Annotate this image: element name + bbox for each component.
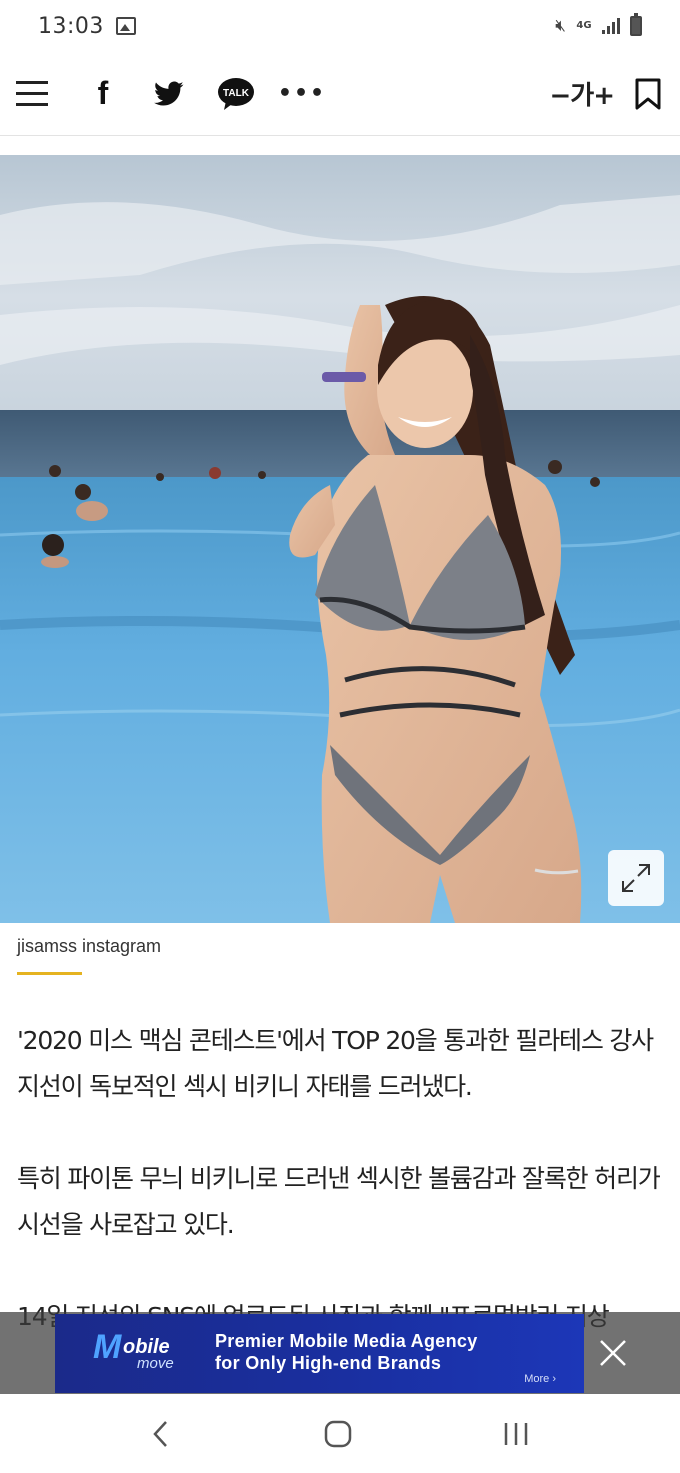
battery-icon [630,13,642,36]
network-type: 4G [576,20,592,31]
photo-caption: jisamss instagram [17,936,162,956]
ad-line-2: for Only High-end Brands [215,1353,442,1373]
ad-logo-m: M [93,1328,122,1366]
bookmark-icon[interactable] [632,72,664,116]
expand-icon [622,864,650,892]
twitter-icon[interactable] [152,72,186,116]
recent-apps-icon[interactable] [498,1414,534,1454]
article-photo[interactable] [0,155,680,923]
article-toolbar: f TALK ••• −가+ [0,52,680,136]
kakaotalk-label: TALK [223,88,250,99]
back-icon[interactable] [145,1414,175,1454]
kakaotalk-icon[interactable]: TALK [216,72,256,116]
ad-close-icon[interactable] [598,1338,628,1368]
status-bar: 13:03 🔇︎ 4G [0,0,680,52]
status-icons: 🔇︎ 4G [555,13,642,36]
menu-icon[interactable] [16,72,48,116]
ad-banner[interactable]: M obile move Premier Mobile Media Agency… [55,1314,584,1393]
ad-text: Premier Mobile Media Agency for Only Hig… [215,1330,478,1374]
photo-image [0,155,680,923]
ad-logo-move: move [137,1355,174,1372]
ad-more-link[interactable]: More › [524,1373,556,1385]
system-nav-bar [0,1394,680,1473]
status-time: 13:03 [38,13,104,39]
article-paragraph: '2020 미스 맥심 콘테스트'에서 TOP 20을 통과한 필라테스 강사 … [17,1026,654,1101]
signal-icon [602,18,620,34]
ad-line-1: Premier Mobile Media Agency [215,1331,478,1351]
ad-logo: M obile move [55,1314,205,1393]
expand-photo-button[interactable] [608,850,664,906]
article-paragraph: 특히 파이톤 무늬 비키니로 드러낸 섹시한 볼륨감과 잘록한 허리가 시선을 … [17,1164,661,1239]
image-notification-icon [115,17,136,35]
facebook-icon[interactable]: f [88,72,118,116]
font-size-button[interactable]: −가+ [550,72,615,116]
mute-icon: 🔇︎ [555,16,566,36]
caption-underline [17,972,82,975]
more-icon[interactable]: ••• [278,72,324,116]
home-icon[interactable] [320,1414,356,1454]
